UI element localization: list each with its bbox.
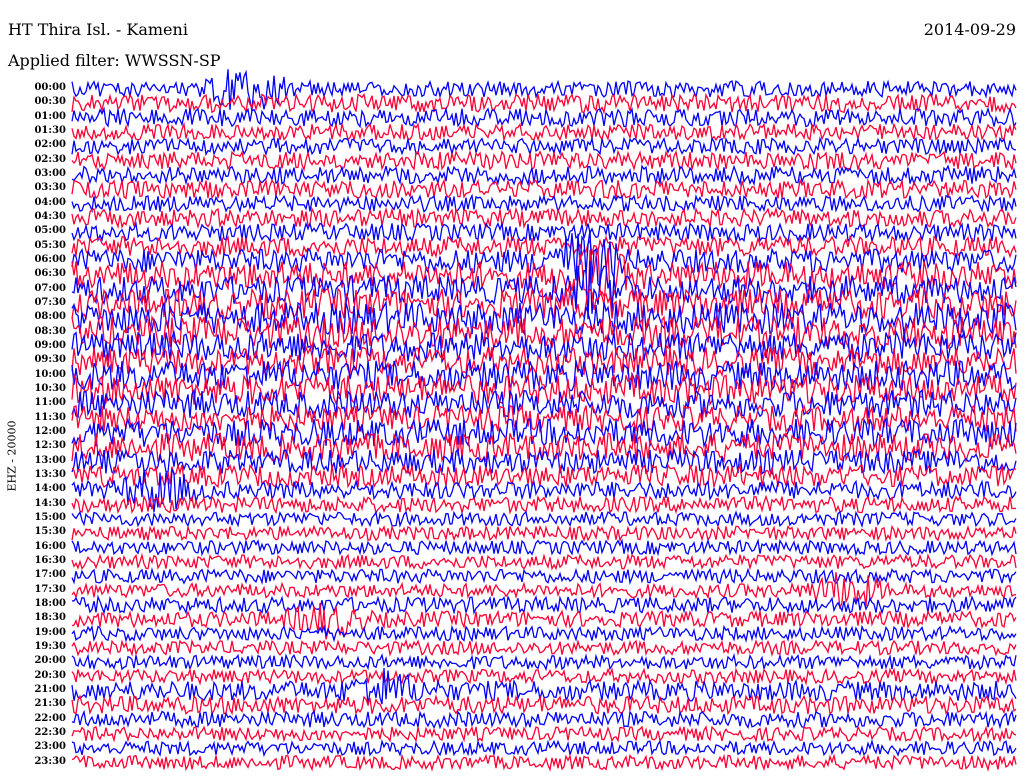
trace-0430: [71, 206, 1017, 230]
trace-2330: [71, 753, 1017, 772]
trace-1430: [71, 494, 1017, 515]
trace-0200: [71, 136, 1017, 157]
trace-1600: [71, 538, 1017, 557]
trace-1900: [71, 624, 1017, 644]
trace-1630: [71, 552, 1017, 571]
trace-2000: [71, 652, 1017, 672]
trace-0500: [71, 221, 1017, 244]
trace-1500: [71, 510, 1017, 529]
trace-2230: [71, 725, 1017, 744]
trace-1300: [71, 447, 1017, 475]
trace-1700: [71, 567, 1017, 586]
trace-1800: [71, 594, 1017, 616]
trace-0130: [71, 121, 1017, 142]
trace-2200: [71, 709, 1017, 730]
trace-2300: [71, 738, 1017, 758]
trace-1230: [71, 432, 1017, 464]
trace-1930: [71, 638, 1017, 657]
trace-0400: [71, 193, 1017, 215]
trace-2130: [71, 694, 1017, 716]
trace-0300: [71, 164, 1017, 187]
seismogram-plot: [71, 69, 1017, 772]
trace-0230: [71, 149, 1017, 172]
trace-1530: [71, 524, 1017, 543]
